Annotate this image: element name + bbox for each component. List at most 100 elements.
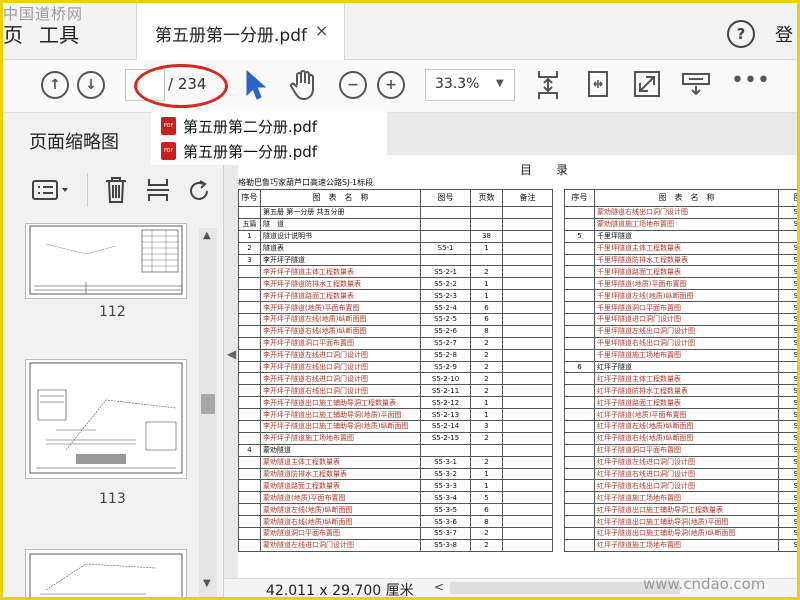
fit-page-icon[interactable] (535, 69, 561, 101)
toc-cell: S5-5 (778, 479, 797, 493)
toc-cell (564, 527, 595, 540)
full-screen-icon[interactable] (633, 70, 661, 98)
toc-cell: 6 (470, 313, 503, 326)
table-row: 红坪子隧道施工场地布置图S5-5 (564, 491, 797, 505)
toc-cell: 千里坪隧道 (594, 229, 779, 243)
thumbnail-options-icon[interactable] (31, 177, 71, 203)
toc-cell: 2 (470, 431, 503, 445)
scroll-down-icon[interactable]: ▼ (203, 578, 211, 589)
toc-cell: 李开坪子隧道左线进口洞门设计图 (260, 348, 421, 362)
toc-cell: S5-4 (778, 277, 797, 291)
toc-cell: 1 (470, 479, 503, 493)
collapse-panel-icon[interactable]: ◀ (227, 347, 236, 361)
thumbnail-scrollbar[interactable]: ▲ ▼ (199, 228, 217, 597)
toc-cell: 隧道设计说明书 (260, 229, 421, 243)
toc-cell: 2 (470, 265, 503, 279)
close-tab-icon[interactable]: × (315, 21, 328, 40)
tab-document[interactable]: 第五册第一分册.pdf × (136, 3, 345, 60)
table-row: 千里坪隧道右线出口洞门设计图S5-4 (564, 336, 797, 350)
page-thumbnail[interactable] (25, 549, 187, 597)
toc-cell: S5-3-2 (420, 467, 471, 481)
table-row: 红坪子隧道右线(地质)纵断面图S5-5 (564, 431, 797, 445)
toc-cell: S5-3-4 (420, 491, 471, 505)
toc-cell (238, 420, 261, 433)
toc-cell: 2 (470, 372, 503, 386)
recent-file-item[interactable]: 第五册第二分册.pdf (183, 116, 317, 137)
zoom-value: 33.3% (435, 76, 480, 92)
toc-cell (238, 479, 261, 493)
login-button[interactable]: 登 (775, 21, 793, 47)
scroll-up-icon[interactable]: ▲ (203, 230, 211, 241)
page-thumbnail[interactable] (25, 223, 187, 299)
page-thumbnail[interactable] (25, 359, 187, 479)
toc-cell: S5-4 (778, 265, 797, 279)
table-row: 五篇隧 道 (238, 217, 553, 231)
more-tools-icon[interactable]: ••• (731, 68, 770, 93)
toc-cell: S5-2-13 (420, 408, 471, 422)
toc-cell: S5-2-3 (420, 289, 471, 303)
toc-cell: 2 (470, 360, 503, 374)
toc-cell: 2 (470, 538, 503, 552)
read-mode-icon[interactable] (681, 72, 711, 98)
toc-cell (238, 277, 261, 291)
zoom-in-icon[interactable]: + (377, 71, 405, 99)
select-cursor-icon[interactable] (243, 69, 267, 101)
delete-icon[interactable] (103, 175, 129, 205)
tab-home-fragment[interactable]: 页 (3, 19, 23, 48)
toc-cell (502, 443, 553, 457)
table-row: 红坪子隧道防排水工程数量表S5-5 (564, 384, 797, 398)
toc-cell: 2 (238, 241, 261, 255)
toc-cell: S5-2-5 (420, 313, 471, 326)
next-page-icon[interactable]: ↓ (77, 71, 105, 99)
toc-cell (564, 384, 595, 398)
table-row: 蒙劝隧道(地质)平面布置图 S5-3-4 5 (238, 491, 553, 505)
toc-cell: 红坪子隧道防排水工程数量表 (594, 384, 779, 398)
table-row: 李开坪子隧道左线进口洞门设计图 S5-2-8 2 (238, 348, 553, 362)
zoom-select[interactable]: 33.3% ▼ (425, 69, 515, 101)
toc-cell: 李开坪子隧道路面工程数量表 (260, 289, 421, 303)
toc-cell: 李开坪子隧道左线出口洞门设计图 (260, 360, 421, 374)
toc-cell: 蒙劝隧道路面工程数量表 (260, 479, 421, 493)
toc-cell: S5-2-6 (420, 324, 471, 338)
table-row: 蒙劝隧道主体工程数量表 S5-3-1 2 (238, 455, 553, 469)
toc-cell: 红坪子隧道出口施工辅助导洞工程数量表 (594, 503, 779, 517)
chevron-down-icon: ▼ (496, 78, 504, 89)
toc-cell (238, 348, 261, 362)
app-window: 中国道桥网 页 工具 第五册第一分册.pdf × ? 登 ↑ ↓ / 234 −… (0, 0, 800, 600)
rotate-page-icon[interactable] (187, 175, 213, 205)
toc-cell: 李开坪子隧道出口施工辅助导洞(地质)纵断面图 (260, 420, 421, 433)
rotate-view-icon[interactable] (585, 69, 611, 101)
scrollbar-thumb[interactable] (201, 394, 215, 414)
toc-cell: 蒙劝隧道洞口平面布置图 (260, 527, 421, 540)
extract-page-icon[interactable] (145, 175, 171, 205)
toc-cell (502, 313, 553, 326)
toc-cell: 蒙劝隧道左线进口洞门设计图 (260, 538, 421, 552)
toc-cell (564, 431, 595, 445)
table-row: 蒙劝隧道施工场地布置图S5-3 (564, 217, 797, 231)
previous-page-icon[interactable]: ↑ (41, 71, 69, 99)
toc-cell (238, 396, 261, 410)
tab-tools[interactable]: 工具 (39, 19, 79, 48)
toc-cell: 6 (564, 360, 595, 374)
toc-cell: 1 (470, 289, 503, 303)
recent-file-item[interactable]: 第五册第一分册.pdf (183, 141, 317, 162)
toolbar: ↑ ↓ / 234 − + 33.3% ▼ ••• (3, 60, 797, 113)
scroll-left-icon[interactable]: < (434, 580, 444, 594)
toc-header-cell: 图 表 名 称 (594, 189, 779, 207)
thumbnail-preview (29, 362, 183, 474)
toc-cell (238, 491, 261, 505)
toc-cell (238, 408, 261, 422)
toc-cell (564, 301, 595, 315)
thumbnail-preview (29, 225, 183, 295)
divider (87, 173, 88, 207)
toc-cell: S5-3-7 (420, 527, 471, 540)
toc-cell: 隧 道 (260, 217, 421, 231)
toc-cell: S5-5 (778, 384, 797, 398)
document-viewport[interactable]: 目 录 格勒巴鲁巧家葫芦口高速公路SJ-1标段 序号图 表 名 称图号 页数 备注第… (224, 113, 797, 578)
table-row: 千里坪隧道洞口平面布置图S5-4 (564, 301, 797, 315)
table-row: 李开坪子隧道路面工程数量表 S5-2-3 1 (238, 289, 553, 303)
help-icon[interactable]: ? (727, 20, 755, 48)
hand-tool-icon[interactable] (289, 69, 319, 101)
toc-cell: 红坪子隧道 (594, 360, 779, 374)
zoom-out-icon[interactable]: − (339, 71, 367, 99)
